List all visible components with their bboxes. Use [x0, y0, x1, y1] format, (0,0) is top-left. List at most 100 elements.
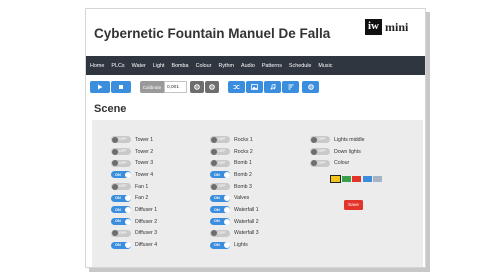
toggle-label: Tower 3 [135, 160, 154, 167]
settings-gear-button[interactable] [302, 81, 319, 93]
save-button[interactable]: Save [344, 200, 363, 210]
toggle-switch[interactable]: ON [111, 171, 131, 179]
toggle-switch[interactable]: OFF [310, 136, 330, 144]
toggle-switch[interactable]: OFF [111, 229, 131, 237]
toggle-state: OFF [119, 137, 127, 142]
toggle-switch[interactable]: ON [210, 194, 230, 202]
nav-bomba[interactable]: Bomba [171, 63, 188, 69]
stop-button[interactable] [111, 81, 131, 93]
nav-home[interactable]: Home [90, 63, 104, 69]
shuffle-button[interactable] [228, 81, 245, 93]
logo-box: iw [365, 19, 382, 35]
image-button[interactable] [246, 81, 263, 93]
scene-panel: OFF Tower 1 OFF Tower 2 OFF Tower 3 ON Tower 4O… [92, 120, 423, 267]
toggle-state: OFF [218, 184, 226, 189]
colour-swatch[interactable] [330, 175, 341, 183]
toggle-state: OFF [318, 160, 326, 165]
toggle-label: Lights [234, 242, 248, 249]
scene-toggle-row: ON Diffuser 1 [111, 204, 157, 216]
nav-colour[interactable]: Colour [196, 63, 212, 69]
toggle-switch[interactable]: OFF [111, 183, 131, 191]
toggle-state: OFF [218, 160, 226, 165]
music-note-icon [270, 84, 275, 90]
toggle-knob [210, 160, 217, 167]
toggle-label: Tower 2 [135, 148, 154, 155]
settings-button[interactable] [190, 81, 204, 93]
toggle-label: Diffuser 4 [135, 242, 158, 249]
toggle-switch[interactable]: ON [111, 218, 131, 226]
app-title: Cybernetic Fountain Manuel De Falla [94, 26, 331, 41]
toggle-label: Lights middle [334, 136, 365, 143]
nav-plcs[interactable]: PLCs [111, 63, 124, 69]
toggle-switch[interactable]: ON [210, 241, 230, 249]
nav-music[interactable]: Music [318, 63, 332, 69]
toggle-label: Waterfall 2 [234, 218, 259, 225]
toggle-switch[interactable]: OFF [210, 183, 230, 191]
toggle-label: Diffuser 3 [135, 230, 158, 237]
nav-audio[interactable]: Audio [241, 63, 255, 69]
colour-swatch[interactable] [362, 176, 372, 182]
toggle-switch[interactable]: ON [210, 206, 230, 214]
toggle-knob [111, 230, 118, 237]
toggle-switch[interactable]: OFF [310, 148, 330, 156]
nav-light[interactable]: Light [153, 63, 165, 69]
music-button[interactable] [264, 81, 281, 93]
calibrate-input[interactable] [164, 81, 187, 93]
toggle-state: OFF [218, 137, 226, 142]
scene-toggle-row: OFF Waterfall 3 [210, 228, 259, 240]
toggle-knob [124, 171, 131, 178]
scene-toggle-row: ON Bomb 2 [210, 169, 259, 181]
toggle-label: Bomb 1 [234, 160, 252, 167]
scene-toggle-row: ON Fan 2 [111, 192, 157, 204]
toggle-state: ON [115, 195, 121, 200]
toggle-switch[interactable]: ON [111, 194, 131, 202]
nav-schedule[interactable]: Schedule [289, 63, 311, 69]
colour-swatch[interactable] [373, 176, 382, 182]
scene-toggle-row: OFF Lights middle [310, 134, 365, 146]
toggle-knob [111, 183, 118, 190]
scene-toggle-row: OFF Tower 3 [111, 157, 157, 169]
nav-rythm[interactable]: Rythm [218, 63, 234, 69]
toggle-state: ON [115, 242, 121, 247]
image-icon [251, 84, 258, 90]
toggle-state: OFF [218, 230, 226, 235]
scene-toggle-row: OFF Diffuser 3 [111, 228, 157, 240]
toggle-switch[interactable]: OFF [210, 136, 230, 144]
toggle-knob [223, 242, 230, 249]
toggle-label: Bomb 3 [234, 183, 252, 190]
scene-column-3: OFF Lights middle OFF Down lights OFF Colour [310, 134, 365, 169]
toggle-switch[interactable]: ON [111, 241, 131, 249]
toggle-switch[interactable]: OFF [210, 148, 230, 156]
toggle-state: ON [115, 207, 121, 212]
colour-swatch[interactable] [341, 176, 351, 182]
toggle-switch[interactable]: ON [210, 171, 230, 179]
toggle-state: ON [115, 219, 121, 224]
toggle-label: Waterfall 3 [234, 230, 259, 237]
toggle-state: OFF [119, 184, 127, 189]
toggle-switch[interactable]: ON [111, 206, 131, 214]
toggle-state: ON [115, 172, 121, 177]
toggle-knob [210, 230, 217, 237]
nav-water[interactable]: Water [132, 63, 146, 69]
toggle-knob [223, 171, 230, 178]
nav-patterns[interactable]: Patterns [262, 63, 282, 69]
toggle-switch[interactable]: OFF [210, 229, 230, 237]
toggle-switch[interactable]: OFF [111, 159, 131, 167]
toggle-switch[interactable]: OFF [111, 148, 131, 156]
colour-swatch[interactable] [352, 176, 361, 182]
toggle-knob [223, 206, 230, 213]
config-button[interactable] [205, 81, 219, 93]
toggle-switch[interactable]: OFF [210, 159, 230, 167]
logo-text: mini [385, 19, 409, 34]
toggle-switch[interactable]: OFF [310, 159, 330, 167]
toggle-switch[interactable]: OFF [111, 136, 131, 144]
toggle-knob [223, 218, 230, 225]
toggle-state: OFF [318, 149, 326, 154]
scene-toggle-row: OFF Down lights [310, 146, 365, 158]
toggle-switch[interactable]: ON [210, 218, 230, 226]
play-button[interactable] [90, 81, 110, 93]
scene-toggle-row: ON Diffuser 2 [111, 216, 157, 228]
toggle-knob [310, 136, 317, 143]
chart-button[interactable] [282, 81, 299, 93]
brand-logo: iw mini [365, 19, 408, 35]
